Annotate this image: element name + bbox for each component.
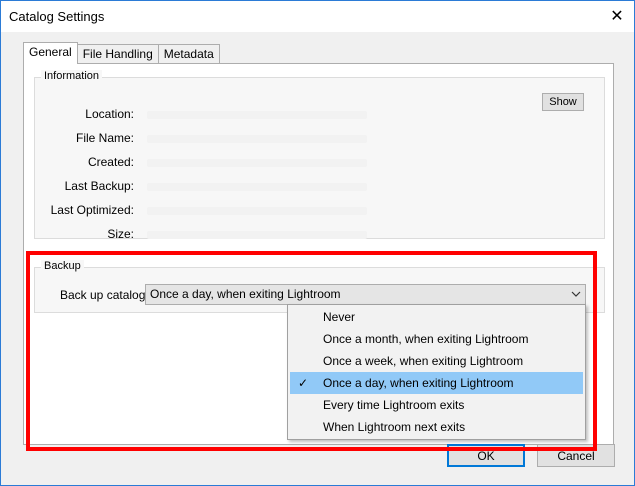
backup-frequency-select[interactable]: Once a day, when exiting Lightroom <box>145 284 586 305</box>
window-title: Catalog Settings <box>9 9 105 24</box>
dropdown-option-label: When Lightroom next exits <box>323 420 466 434</box>
dropdown-option-label: Every time Lightroom exits <box>323 398 465 412</box>
tab-file-handling[interactable]: File Handling <box>76 44 159 64</box>
tab-metadata[interactable]: Metadata <box>157 44 220 64</box>
title-bar: Catalog Settings ✕ <box>1 1 634 32</box>
information-legend: Information <box>41 70 103 82</box>
created-label: Created: <box>87 155 134 169</box>
dropdown-option-label: Once a week, when exiting Lightroom <box>323 354 524 368</box>
last-optimized-value <box>147 207 367 215</box>
dropdown-option-monthly[interactable]: Once a month, when exiting Lightroom <box>290 328 583 350</box>
tab-general[interactable]: General <box>23 42 78 64</box>
location-value <box>147 111 367 119</box>
checkmark-icon: ✓ <box>298 376 309 390</box>
backup-legend: Backup <box>41 260 84 272</box>
dropdown-option-label: Once a month, when exiting Lightroom <box>323 332 529 346</box>
dropdown-option-label: Once a day, when exiting Lightroom <box>323 376 514 390</box>
last-backup-label: Last Backup: <box>64 179 134 193</box>
ok-button[interactable]: OK <box>447 444 525 467</box>
location-label: Location: <box>85 107 134 121</box>
backup-frequency-dropdown: Never Once a month, when exiting Lightro… <box>287 304 586 440</box>
dropdown-option-never[interactable]: Never <box>290 306 583 328</box>
tab-bar: General File Handling Metadata <box>23 42 220 64</box>
information-group: Information Location: File Name: Created… <box>34 70 605 241</box>
last-backup-value <box>147 183 367 191</box>
size-value <box>147 231 367 239</box>
file-name-value <box>147 135 367 143</box>
backup-catalog-label: Back up catalog: <box>60 288 149 302</box>
dropdown-option-label: Never <box>323 310 356 324</box>
size-label: Size: <box>107 227 134 241</box>
last-optimized-label: Last Optimized: <box>50 203 134 217</box>
backup-frequency-value: Once a day, when exiting Lightroom <box>150 287 341 301</box>
catalog-settings-dialog: Catalog Settings ✕ General File Handling… <box>0 0 635 486</box>
dropdown-option-next-exit[interactable]: When Lightroom next exits <box>290 416 583 438</box>
file-name-label: File Name: <box>75 131 134 145</box>
show-button[interactable]: Show <box>542 93 584 111</box>
cancel-button[interactable]: Cancel <box>537 444 615 467</box>
dropdown-option-weekly[interactable]: Once a week, when exiting Lightroom <box>290 350 583 372</box>
dropdown-option-every-exit[interactable]: Every time Lightroom exits <box>290 394 583 416</box>
close-icon[interactable]: ✕ <box>600 1 634 31</box>
dropdown-option-daily[interactable]: ✓ Once a day, when exiting Lightroom <box>290 372 583 394</box>
created-value <box>147 159 367 167</box>
